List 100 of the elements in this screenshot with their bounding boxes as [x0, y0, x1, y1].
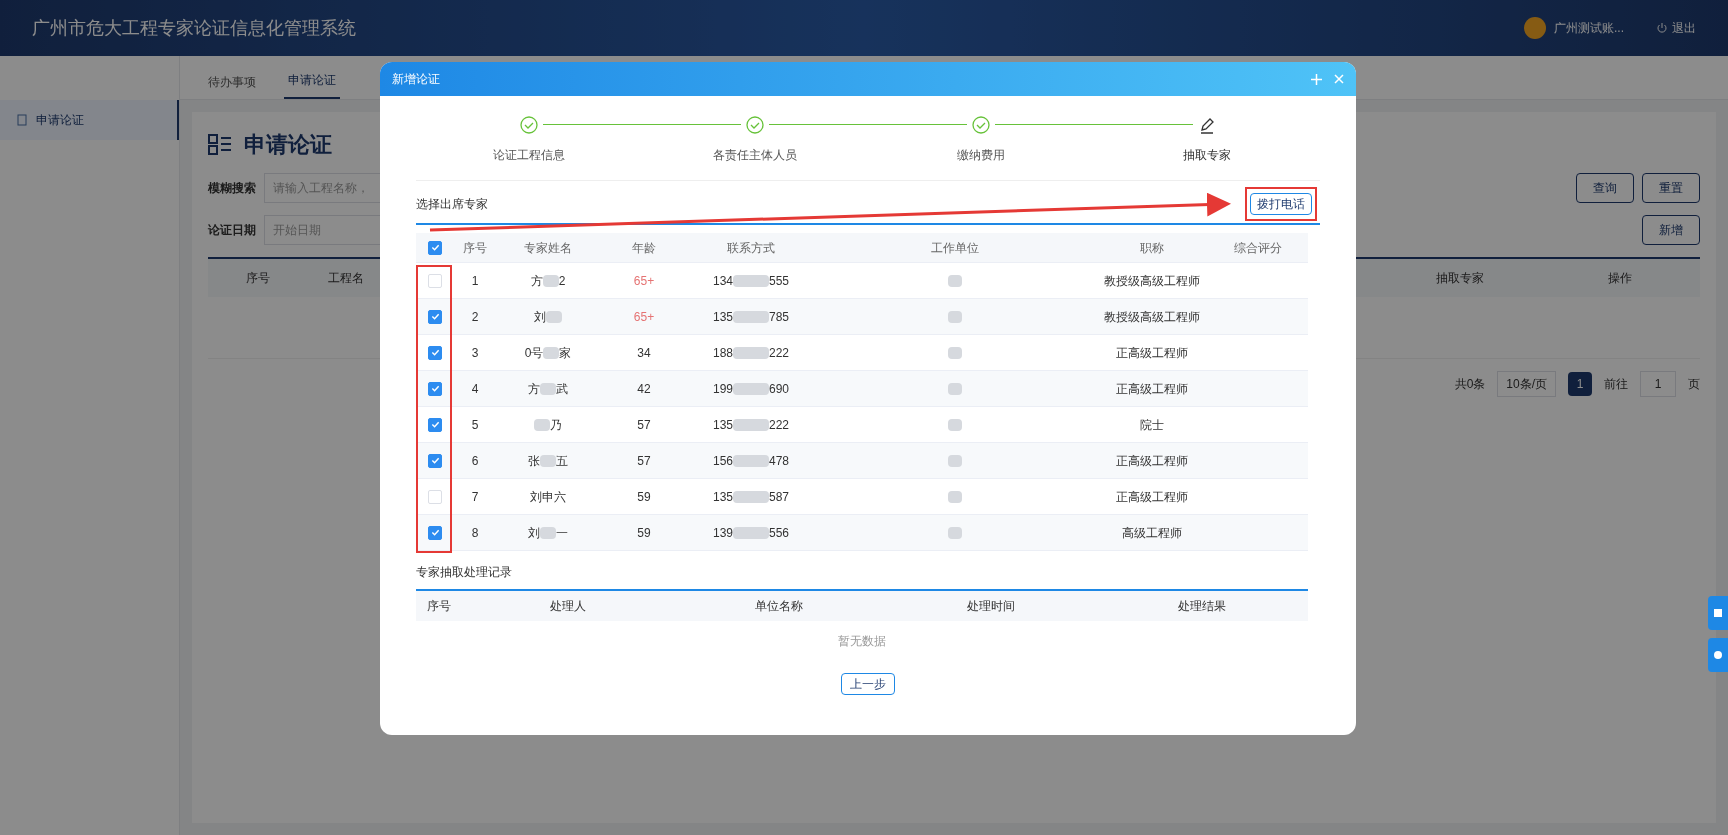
- app-title: 广州市危大工程专家论证信息化管理系统: [32, 16, 356, 40]
- column-header: 序号: [462, 239, 488, 257]
- table-cell-text: 乃: [550, 416, 562, 434]
- page-tab[interactable]: 申请论证: [284, 71, 340, 99]
- table-cell-text: 587: [769, 488, 790, 506]
- column-header: 联系方式: [726, 239, 776, 257]
- highlight-frame: [1245, 187, 1317, 221]
- table-cell-text: 0号: [524, 344, 544, 362]
- column-header: 处理人: [548, 598, 587, 615]
- table-cell-text: 2: [558, 272, 566, 290]
- page-size-select[interactable]: 10条/页: [1497, 371, 1556, 397]
- table-cell-text: 4: [470, 380, 480, 398]
- table-cell-text: 刘: [534, 308, 546, 326]
- check-icon: [430, 456, 440, 465]
- previous-button[interactable]: 上一步: [841, 673, 895, 695]
- table-cell-text: 7: [470, 488, 480, 506]
- section-title: 选择出席专家: [416, 196, 488, 213]
- check-circle-icon: [746, 116, 764, 134]
- checkbox[interactable]: [428, 417, 442, 432]
- column-header: 年龄: [631, 239, 657, 257]
- table-cell-text: 方: [530, 272, 543, 290]
- blurred-text: [733, 418, 769, 431]
- table-cell-text: 34: [636, 344, 652, 362]
- step-label: 各责任主体人员: [713, 147, 797, 164]
- table-cell-text: 222: [769, 416, 790, 434]
- checkbox[interactable]: [428, 240, 442, 255]
- blurred-text: [948, 382, 962, 395]
- user-name[interactable]: 广州测试账...: [1554, 19, 1624, 37]
- blurred-text: [733, 490, 769, 503]
- table-cell-text: 59: [636, 488, 652, 506]
- table-cell-text: 正高级工程师: [1115, 380, 1189, 398]
- table-cell-text: 135: [712, 416, 733, 434]
- logout-button[interactable]: 退出: [1656, 19, 1696, 37]
- table-cell-text: 一: [556, 524, 568, 542]
- blurred-text: [733, 526, 769, 539]
- goto-field[interactable]: 1: [1640, 371, 1676, 397]
- checkbox[interactable]: [428, 345, 442, 360]
- table-cell-text: 65+: [632, 308, 656, 326]
- power-icon: [1656, 22, 1668, 34]
- table-cell-text: 222: [769, 344, 790, 362]
- pen-icon: [1198, 116, 1216, 134]
- table-cell-text: 134: [712, 272, 733, 290]
- table-cell-text: 刘申六: [530, 488, 566, 506]
- check-circle-icon: [520, 116, 538, 134]
- step-label: 缴纳费用: [957, 147, 1005, 164]
- blurred-text: [733, 454, 769, 467]
- table-cell-text: 65+: [632, 272, 656, 290]
- goto-unit: 页: [1688, 376, 1700, 393]
- column-header: 专家姓名: [523, 239, 573, 257]
- side-float-button[interactable]: [1708, 596, 1728, 630]
- table-cell-text: 3: [470, 344, 480, 362]
- step-label: 抽取专家: [1183, 147, 1231, 164]
- table-cell-text: 135: [712, 488, 733, 506]
- table-cell-text: 院士: [1139, 416, 1165, 434]
- blurred-text: [733, 310, 769, 323]
- blurred-text: [733, 382, 769, 395]
- column-header: 单位名称: [754, 598, 805, 615]
- checkbox[interactable]: [428, 525, 442, 540]
- section-title: 专家抽取处理记录: [416, 564, 513, 581]
- maximize-icon[interactable]: [1311, 73, 1322, 85]
- column-header: 序号: [426, 598, 452, 615]
- check-icon: [430, 420, 440, 429]
- checkbox[interactable]: [428, 309, 442, 324]
- table-cell-text: 6: [470, 452, 480, 470]
- table-cell-text: 139: [712, 524, 733, 542]
- check-icon: [430, 312, 440, 321]
- column-header: 序号: [245, 270, 271, 287]
- filter-button[interactable]: 重置: [1642, 173, 1700, 203]
- page-tab[interactable]: 待办事项: [204, 73, 260, 99]
- side-float-button[interactable]: [1708, 638, 1728, 672]
- total-count: 共0条: [1454, 376, 1486, 393]
- blurred-text: [948, 490, 962, 503]
- blurred-text: [948, 346, 962, 359]
- close-icon[interactable]: [1334, 74, 1344, 84]
- table-cell-text: 8: [470, 524, 480, 542]
- blurred-text: [948, 454, 962, 467]
- table-cell-text: 张: [528, 452, 540, 470]
- add-button[interactable]: 新增: [1642, 215, 1700, 245]
- filter-button[interactable]: 查询: [1576, 173, 1634, 203]
- table-cell-text: 5: [470, 416, 480, 434]
- check-icon: [430, 528, 440, 537]
- table-cell-text: 家: [559, 344, 572, 362]
- table-cell-text: 156: [712, 452, 733, 470]
- checkbox[interactable]: [428, 453, 442, 468]
- table-cell-text: 教授级高级工程师: [1103, 308, 1201, 326]
- dialog-title: 新增论证: [392, 71, 440, 88]
- filter-label: 论证日期: [208, 222, 256, 239]
- blurred-text: [948, 526, 962, 539]
- column-header: 工作单位: [930, 239, 980, 257]
- sidebar-item[interactable]: 申请论证: [0, 100, 179, 140]
- table-cell-text: 188: [712, 344, 733, 362]
- column-header: 综合评分: [1233, 239, 1283, 257]
- call-button[interactable]: 拨打电话: [1250, 193, 1312, 215]
- table-cell-text: 690: [769, 380, 790, 398]
- checkbox[interactable]: [428, 381, 442, 396]
- table-cell-text: 2: [470, 308, 480, 326]
- check-icon: [430, 243, 440, 252]
- page-number[interactable]: 1: [1568, 372, 1592, 396]
- empty-text: 暂无数据: [838, 633, 886, 650]
- blurred-text: [948, 310, 962, 323]
